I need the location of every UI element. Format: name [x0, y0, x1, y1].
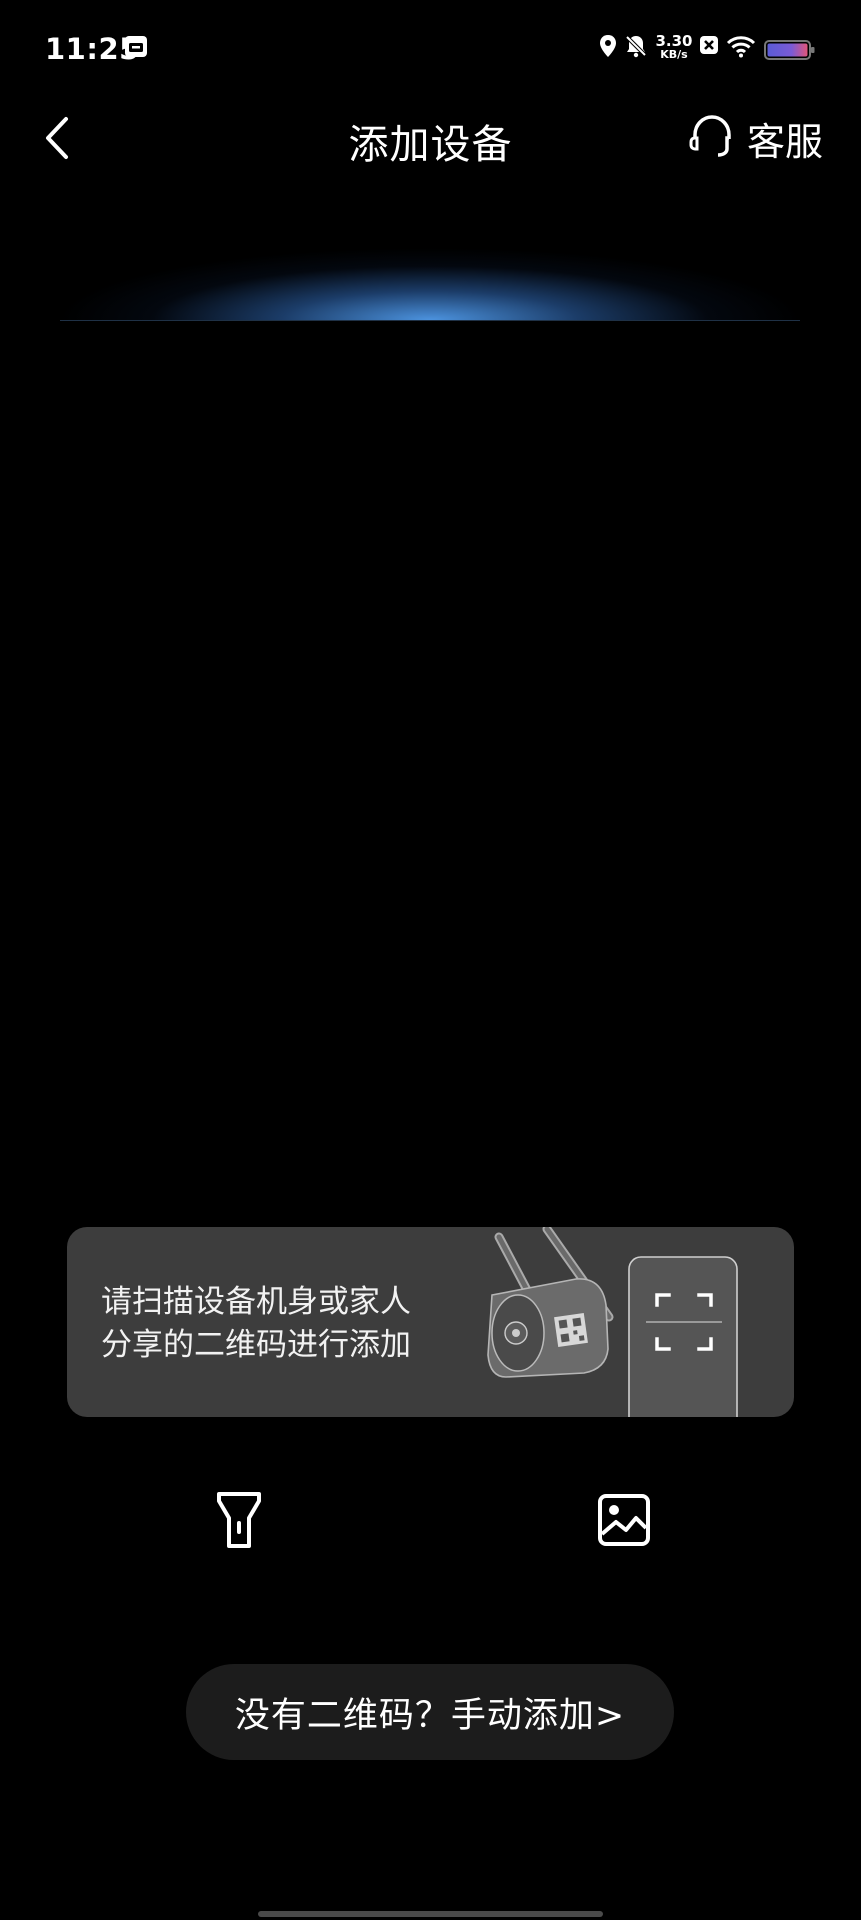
customer-service-button[interactable]: 客服 [687, 110, 823, 166]
customer-service-label: 客服 [746, 119, 823, 164]
mute-bell-icon [624, 34, 648, 62]
flashlight-button[interactable] [212, 1490, 266, 1550]
status-bar: 11:25 3.30 KB/s [0, 0, 861, 100]
photo-album-button[interactable] [596, 1492, 652, 1548]
calendar-icon [124, 34, 148, 62]
headset-icon [687, 111, 737, 165]
net-speed-value: 3.30 [655, 32, 693, 50]
wifi-icon [726, 34, 756, 62]
camera-scan-illustration [484, 1227, 794, 1417]
scan-hint-line-2: 分享的二维码进行添加 [101, 1327, 411, 1363]
scan-hint-text: 请扫描设备机身或家人 分享的二维码进行添加 [101, 1281, 501, 1367]
location-icon [598, 34, 618, 62]
flashlight-icon [217, 1492, 261, 1548]
home-indicator[interactable] [258, 1911, 603, 1917]
scan-glow [60, 248, 800, 321]
image-album-icon [598, 1494, 650, 1546]
close-box-icon [699, 34, 719, 60]
battery-icon [764, 39, 816, 65]
manual-add-button[interactable]: 没有二维码？手动添加> [186, 1664, 674, 1760]
manual-add-label: 没有二维码？手动添加> [234, 1695, 626, 1736]
scan-hint-card: 请扫描设备机身或家人 分享的二维码进行添加 [67, 1227, 794, 1417]
scan-hint-line-1: 请扫描设备机身或家人 [101, 1284, 411, 1320]
net-speed: 3.30 KB/s [655, 34, 693, 62]
net-speed-unit: KB/s [660, 48, 688, 61]
